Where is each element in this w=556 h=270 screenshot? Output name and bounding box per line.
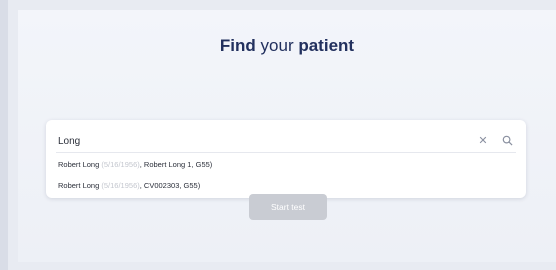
start-test-button[interactable]: Start test [249, 194, 327, 220]
title-suffix: patient [298, 36, 355, 55]
left-sidebar-strip [0, 0, 8, 270]
search-result-item[interactable]: Robert Long (5/16/1956), Robert Long 1, … [46, 154, 526, 175]
title-middle: your [255, 36, 299, 55]
result-dob: (5/16/1956) [101, 160, 140, 169]
search-divider [56, 152, 516, 153]
search-icon[interactable] [498, 131, 516, 149]
search-results-list: Robert Long (5/16/1956), Robert Long 1, … [46, 154, 526, 196]
result-details: , CV002303, G55) [139, 181, 201, 190]
page-title: Find your patient [18, 36, 556, 56]
clear-icon[interactable]: ✕ [474, 131, 492, 149]
result-name: Robert Long [58, 160, 100, 169]
result-name: Robert Long [58, 181, 100, 190]
app-frame: Find your patient ✕ Robert Long (5/16/19… [0, 0, 556, 270]
result-details: , Robert Long 1, G55) [139, 160, 213, 169]
patient-search-input[interactable] [56, 130, 460, 152]
search-icon-glyph [502, 135, 513, 146]
result-dob: (5/16/1956) [101, 181, 140, 190]
search-result-item[interactable]: Robert Long (5/16/1956), CV002303, G55) [46, 175, 526, 196]
title-prefix: Find [219, 36, 256, 55]
find-patient-panel: Find your patient ✕ Robert Long (5/16/19… [18, 10, 556, 262]
patient-search-box: ✕ Robert Long (5/16/1956), Robert Long 1… [46, 120, 526, 198]
